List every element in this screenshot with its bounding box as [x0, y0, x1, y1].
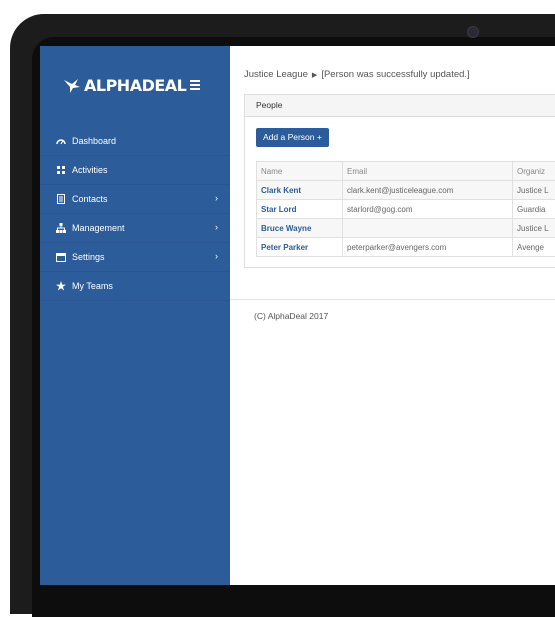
sidebar-item-label: My Teams	[72, 281, 113, 291]
table-row: Clark Kent clark.kent@justiceleague.com …	[257, 181, 555, 200]
person-email: peterparker@avengers.com	[343, 238, 513, 257]
sidebar-item-management[interactable]: Management ›	[40, 214, 230, 243]
add-person-button[interactable]: Add a Person +	[256, 128, 329, 147]
grid-icon	[56, 165, 66, 175]
person-organization: Guardia	[513, 200, 555, 219]
person-organization: Justice L	[513, 219, 555, 238]
camera-icon	[467, 26, 479, 38]
sidebar-item-label: Management	[72, 223, 125, 233]
logo[interactable]: ALPHADEAL	[64, 76, 186, 95]
sidebar-item-label: Activities	[72, 165, 108, 175]
bird-logo-icon	[64, 79, 80, 93]
sidebar-item-activities[interactable]: Activities	[40, 156, 230, 185]
table-row: Peter Parker peterparker@avengers.com Av…	[257, 238, 555, 257]
footer-divider	[230, 299, 555, 300]
person-email: starlord@gog.com	[343, 200, 513, 219]
people-table: Name Email Organiz Clark Kent clark.kent…	[256, 161, 555, 257]
column-header-name[interactable]: Name	[257, 162, 343, 181]
contacts-icon	[56, 194, 66, 204]
people-panel: People Add a Person + Name Email Organiz…	[244, 94, 555, 268]
person-email	[343, 219, 513, 238]
window-icon	[56, 252, 66, 262]
menu-toggle-icon[interactable]	[190, 80, 200, 92]
person-name-link[interactable]: Peter Parker	[257, 238, 343, 257]
table-row: Bruce Wayne Justice L	[257, 219, 555, 238]
main-content: Justice League ▶ [Person was successfully …	[230, 46, 555, 585]
person-email: clark.kent@justiceleague.com	[343, 181, 513, 200]
sidebar-item-label: Settings	[72, 252, 105, 262]
sidebar-item-my-teams[interactable]: My Teams	[40, 272, 230, 301]
chevron-right-icon: ›	[215, 251, 218, 261]
sitemap-icon	[56, 223, 66, 233]
app-screen: ALPHADEAL Dashboard Activities	[40, 46, 555, 585]
column-header-organization[interactable]: Organiz	[513, 162, 555, 181]
chevron-right-icon: ›	[215, 222, 218, 232]
breadcrumb: Justice League ▶ [Person was successfully …	[244, 69, 470, 80]
person-name-link[interactable]: Star Lord	[257, 200, 343, 219]
breadcrumb-arrow-icon: ▶	[312, 72, 317, 79]
person-organization: Avenge	[513, 238, 555, 257]
sidebar-item-dashboard[interactable]: Dashboard	[40, 127, 230, 156]
sidebar-nav: Dashboard Activities Contacts › Managem	[40, 127, 230, 301]
sidebar-item-settings[interactable]: Settings ›	[40, 243, 230, 272]
person-name-link[interactable]: Clark Kent	[257, 181, 343, 200]
sidebar-item-label: Contacts	[72, 194, 108, 204]
sidebar-item-contacts[interactable]: Contacts ›	[40, 185, 230, 214]
flash-message: [Person was successfully updated.]	[321, 69, 469, 80]
person-organization: Justice L	[513, 181, 555, 200]
logo-text: ALPHADEAL	[84, 76, 186, 95]
sidebar-item-label: Dashboard	[72, 136, 116, 146]
column-header-email[interactable]: Email	[343, 162, 513, 181]
star-icon	[56, 281, 66, 291]
dashboard-icon	[56, 136, 66, 146]
panel-title: People	[245, 95, 555, 117]
person-name-link[interactable]: Bruce Wayne	[257, 219, 343, 238]
table-header-row: Name Email Organiz	[257, 162, 555, 181]
breadcrumb-team-link[interactable]: Justice League	[244, 69, 308, 80]
sidebar: ALPHADEAL Dashboard Activities	[40, 46, 230, 585]
chevron-right-icon: ›	[215, 193, 218, 203]
table-row: Star Lord starlord@gog.com Guardia	[257, 200, 555, 219]
footer-copyright: (C) AlphaDeal 2017	[254, 311, 328, 321]
